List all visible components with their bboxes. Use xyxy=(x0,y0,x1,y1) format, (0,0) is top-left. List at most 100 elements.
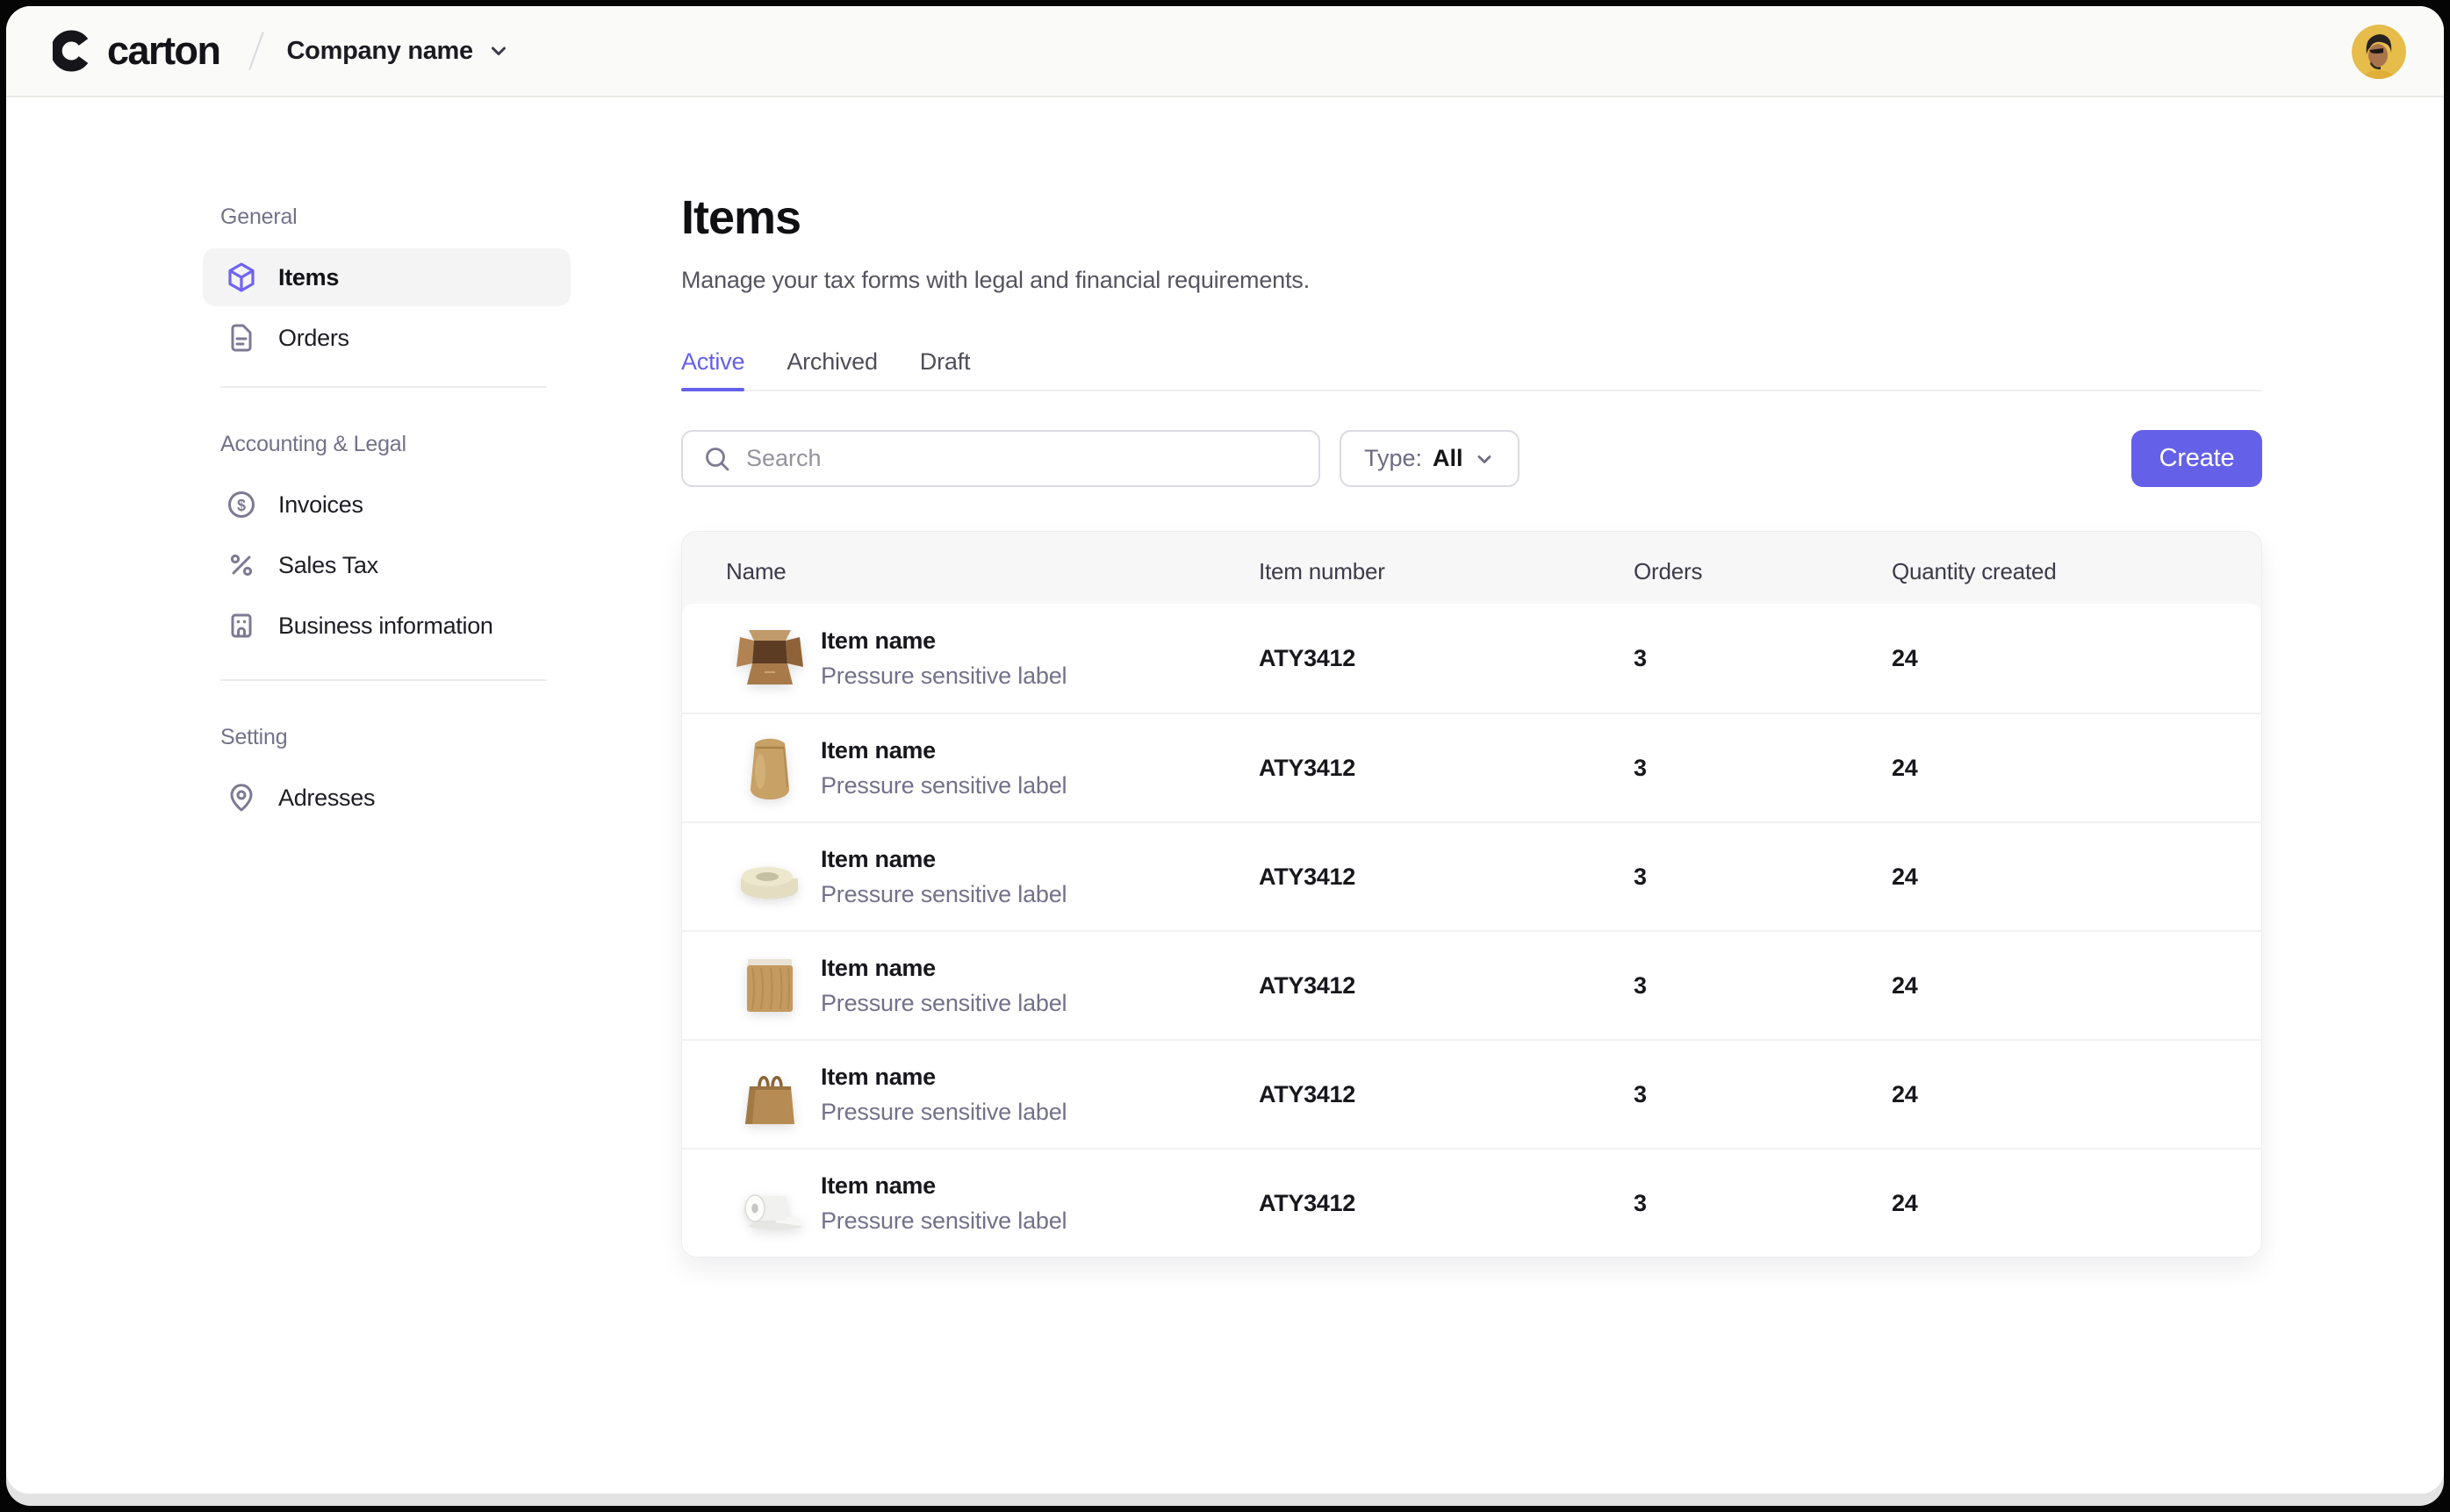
search-input[interactable] xyxy=(681,430,1320,487)
sidebar-item-business-information[interactable]: Business information xyxy=(203,597,571,655)
name-cell: Item name Pressure sensitive label xyxy=(726,1159,1259,1247)
tab-archived[interactable]: Archived xyxy=(787,348,877,390)
user-avatar[interactable] xyxy=(2352,25,2406,79)
orders-cell: 3 xyxy=(1634,1190,1892,1217)
item-number-cell: ATY3412 xyxy=(1259,863,1634,891)
quantity-created-cell: 24 xyxy=(1892,755,2261,782)
search-box xyxy=(681,430,1320,487)
item-number-cell: ATY3412 xyxy=(1259,1081,1634,1108)
avatar-photo xyxy=(2352,25,2406,79)
item-name: Item name xyxy=(821,846,1067,873)
sidebar-divider xyxy=(220,679,547,681)
orders-cell: 3 xyxy=(1634,645,1892,672)
content-area: General Items Orders xyxy=(6,99,2444,1494)
sidebar-item-items[interactable]: Items xyxy=(203,248,571,306)
item-subtitle: Pressure sensitive label xyxy=(821,1207,1067,1235)
svg-text:$: $ xyxy=(237,497,246,514)
item-subtitle: Pressure sensitive label xyxy=(821,663,1067,690)
page-subtitle: Manage your tax forms with legal and fin… xyxy=(681,266,2262,294)
type-filter-dropdown[interactable]: Type: All xyxy=(1340,430,1520,487)
item-number-cell: ATY3412 xyxy=(1259,645,1634,672)
name-lines: Item name Pressure sensitive label xyxy=(821,955,1067,1017)
logo-wordmark: carton xyxy=(107,28,220,74)
chevron-down-icon xyxy=(487,39,510,62)
masking-tape-rolls-thumbnail xyxy=(726,833,814,921)
app-window: carton Company name xyxy=(6,6,2444,1506)
sidebar-item-label: Sales Tax xyxy=(278,552,378,579)
item-subtitle: Pressure sensitive label xyxy=(821,772,1067,799)
sidebar-section-setting: Setting xyxy=(203,725,571,751)
sidebar-item-orders[interactable]: Orders xyxy=(203,309,571,367)
tab-bar: Active Archived Draft xyxy=(681,348,2262,391)
item-number-cell: ATY3412 xyxy=(1259,1190,1634,1217)
type-filter-value: All xyxy=(1433,445,1463,472)
screenshot-frame: carton Company name xyxy=(0,0,2450,1512)
dollar-circle-icon: $ xyxy=(224,487,259,522)
search-icon xyxy=(702,444,732,474)
name-cell: Item name Pressure sensitive label xyxy=(726,724,1259,812)
sidebar-item-adresses[interactable]: Adresses xyxy=(203,769,571,827)
create-button[interactable]: Create xyxy=(2131,430,2262,487)
quantity-created-cell: 24 xyxy=(1892,1081,2261,1108)
column-header-orders: Orders xyxy=(1634,558,1892,585)
table-row[interactable]: Item name Pressure sensitive label ATY34… xyxy=(682,604,2261,713)
table-row[interactable]: Item name Pressure sensitive label ATY34… xyxy=(682,930,2261,1039)
item-subtitle: Pressure sensitive label xyxy=(821,1099,1067,1126)
column-header-item-number: Item number xyxy=(1259,558,1634,585)
topbar: carton Company name xyxy=(6,6,2444,97)
type-filter-label: Type: xyxy=(1364,445,1422,472)
building-icon xyxy=(224,608,259,643)
percent-icon xyxy=(224,548,259,583)
orders-cell: 3 xyxy=(1634,1081,1892,1108)
column-header-quantity-created: Quantity created xyxy=(1892,558,2261,585)
brand: carton xyxy=(53,28,220,74)
item-number-cell: ATY3412 xyxy=(1259,972,1634,1000)
sidebar: General Items Orders xyxy=(203,204,571,827)
sidebar-divider xyxy=(220,386,547,388)
controls-row: Type: All Create xyxy=(681,430,2262,487)
column-header-name: Name xyxy=(726,558,1259,585)
item-name: Item name xyxy=(821,1064,1067,1091)
table-row[interactable]: Item name Pressure sensitive label ATY34… xyxy=(682,1039,2261,1148)
label-roll-thumbnail xyxy=(726,1159,814,1247)
table-body: Item name Pressure sensitive label ATY34… xyxy=(682,604,2261,1257)
item-subtitle: Pressure sensitive label xyxy=(821,881,1067,908)
kraft-pouch-thumbnail xyxy=(726,724,814,812)
sidebar-item-label: Adresses xyxy=(278,785,375,812)
paper-shopping-bag-thumbnail xyxy=(726,1050,814,1138)
items-table: Name Item number Orders Quantity created xyxy=(681,531,2262,1258)
orders-cell: 3 xyxy=(1634,863,1892,891)
sidebar-item-invoices[interactable]: $ Invoices xyxy=(203,476,571,534)
table-row[interactable]: Item name Pressure sensitive label ATY34… xyxy=(682,1148,2261,1257)
quantity-created-cell: 24 xyxy=(1892,645,2261,672)
padded-mailer-thumbnail xyxy=(726,942,814,1029)
item-name: Item name xyxy=(821,955,1067,982)
sidebar-item-label: Orders xyxy=(278,325,349,352)
quantity-created-cell: 24 xyxy=(1892,863,2261,891)
item-name: Item name xyxy=(821,627,1067,655)
company-selector[interactable]: Company name xyxy=(287,37,510,66)
orders-cell: 3 xyxy=(1634,755,1892,782)
map-pin-icon xyxy=(224,780,259,815)
table-row[interactable]: Item name Pressure sensitive label ATY34… xyxy=(682,821,2261,930)
document-icon xyxy=(224,320,259,355)
item-name: Item name xyxy=(821,1172,1067,1200)
orders-cell: 3 xyxy=(1634,972,1892,1000)
tab-active[interactable]: Active xyxy=(681,348,744,390)
table-header: Name Item number Orders Quantity created xyxy=(682,532,2261,611)
name-lines: Item name Pressure sensitive label xyxy=(821,1172,1067,1235)
item-name: Item name xyxy=(821,737,1067,764)
sidebar-item-sales-tax[interactable]: Sales Tax xyxy=(203,536,571,594)
carton-logo-icon xyxy=(53,30,95,72)
sidebar-item-label: Invoices xyxy=(278,491,363,519)
sidebar-item-label: Business information xyxy=(278,613,493,640)
sidebar-section-accounting-legal: Accounting & Legal xyxy=(203,432,571,458)
main-panel: Items Manage your tax forms with legal a… xyxy=(681,192,2262,1258)
tab-draft[interactable]: Draft xyxy=(920,348,971,390)
page-title: Items xyxy=(681,192,2262,243)
name-lines: Item name Pressure sensitive label xyxy=(821,737,1067,799)
name-cell: Item name Pressure sensitive label xyxy=(726,833,1259,921)
table-row[interactable]: Item name Pressure sensitive label ATY34… xyxy=(682,713,2261,821)
sidebar-item-label: Items xyxy=(278,264,339,291)
name-cell: Item name Pressure sensitive label xyxy=(726,614,1259,702)
